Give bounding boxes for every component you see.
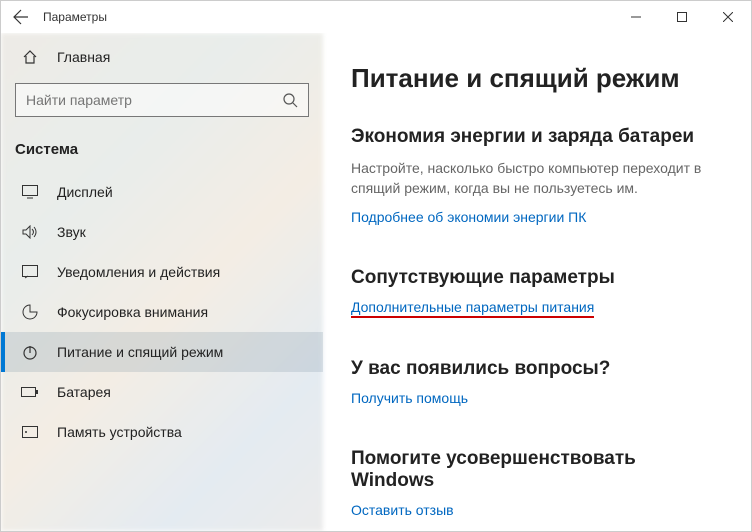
window-title: Параметры bbox=[43, 10, 107, 24]
window-controls bbox=[613, 1, 751, 33]
home-nav[interactable]: Главная bbox=[1, 39, 323, 75]
storage-icon bbox=[21, 426, 39, 438]
minimize-icon bbox=[631, 12, 641, 22]
group-title: Система bbox=[1, 131, 323, 172]
sidebar-item-label: Уведомления и действия bbox=[57, 264, 220, 280]
sidebar-item-focus[interactable]: Фокусировка внимания bbox=[1, 292, 323, 332]
section-title: У вас появились вопросы? bbox=[351, 358, 723, 380]
display-icon bbox=[21, 185, 39, 199]
sidebar-item-label: Память устройства bbox=[57, 424, 182, 440]
search-icon bbox=[282, 92, 298, 108]
section-improve: Помогите усовершенствовать Windows Остав… bbox=[351, 448, 723, 520]
sidebar: Главная Система Дисплей bbox=[1, 33, 323, 531]
notifications-icon bbox=[21, 265, 39, 279]
sidebar-item-label: Фокусировка внимания bbox=[57, 304, 208, 320]
arrow-left-icon bbox=[13, 9, 29, 25]
get-help-link[interactable]: Получить помощь bbox=[351, 390, 468, 406]
sidebar-item-battery[interactable]: Батарея bbox=[1, 372, 323, 412]
close-icon bbox=[723, 12, 733, 22]
close-button[interactable] bbox=[705, 1, 751, 33]
home-icon bbox=[21, 49, 39, 65]
main-area: Главная Система Дисплей bbox=[1, 33, 751, 531]
section-energy: Экономия энергии и заряда батареи Настро… bbox=[351, 126, 723, 227]
energy-learn-link[interactable]: Подробнее об экономии энергии ПК bbox=[351, 209, 586, 225]
search-box[interactable] bbox=[15, 83, 309, 117]
sidebar-item-label: Батарея bbox=[57, 384, 111, 400]
battery-icon bbox=[21, 386, 39, 398]
power-icon bbox=[21, 344, 39, 360]
sound-icon bbox=[21, 225, 39, 239]
section-title: Экономия энергии и заряда батареи bbox=[351, 126, 723, 148]
search-wrap bbox=[1, 75, 323, 131]
maximize-button[interactable] bbox=[659, 1, 705, 33]
sidebar-item-label: Дисплей bbox=[57, 184, 113, 200]
content: Питание и спящий режим Экономия энергии … bbox=[323, 33, 751, 531]
page-title: Питание и спящий режим bbox=[351, 63, 723, 94]
section-related: Сопутствующие параметры Дополнительные п… bbox=[351, 267, 723, 318]
sidebar-item-label: Питание и спящий режим bbox=[57, 344, 223, 360]
minimize-button[interactable] bbox=[613, 1, 659, 33]
section-title: Помогите усовершенствовать Windows bbox=[351, 448, 723, 492]
sidebar-inner: Главная Система Дисплей bbox=[1, 39, 323, 452]
focus-icon bbox=[21, 304, 39, 320]
section-title: Сопутствующие параметры bbox=[351, 267, 723, 289]
search-input[interactable] bbox=[26, 92, 282, 108]
sidebar-item-sound[interactable]: Звук bbox=[1, 212, 323, 252]
feedback-link[interactable]: Оставить отзыв bbox=[351, 502, 454, 518]
titlebar: Параметры bbox=[1, 1, 751, 33]
back-button[interactable] bbox=[11, 7, 31, 27]
sidebar-item-notifications[interactable]: Уведомления и действия bbox=[1, 252, 323, 292]
sidebar-item-label: Звук bbox=[57, 224, 86, 240]
home-label: Главная bbox=[57, 49, 110, 65]
sidebar-item-power[interactable]: Питание и спящий режим bbox=[1, 332, 323, 372]
section-desc: Настройте, насколько быстро компьютер пе… bbox=[351, 158, 721, 199]
sidebar-item-display[interactable]: Дисплей bbox=[1, 172, 323, 212]
maximize-icon bbox=[677, 12, 687, 22]
additional-power-link[interactable]: Дополнительные параметры питания bbox=[351, 299, 594, 318]
section-help: У вас появились вопросы? Получить помощь bbox=[351, 358, 723, 408]
sidebar-item-storage[interactable]: Память устройства bbox=[1, 412, 323, 452]
titlebar-left: Параметры bbox=[11, 7, 107, 27]
settings-window: Параметры Главная bbox=[0, 0, 752, 532]
